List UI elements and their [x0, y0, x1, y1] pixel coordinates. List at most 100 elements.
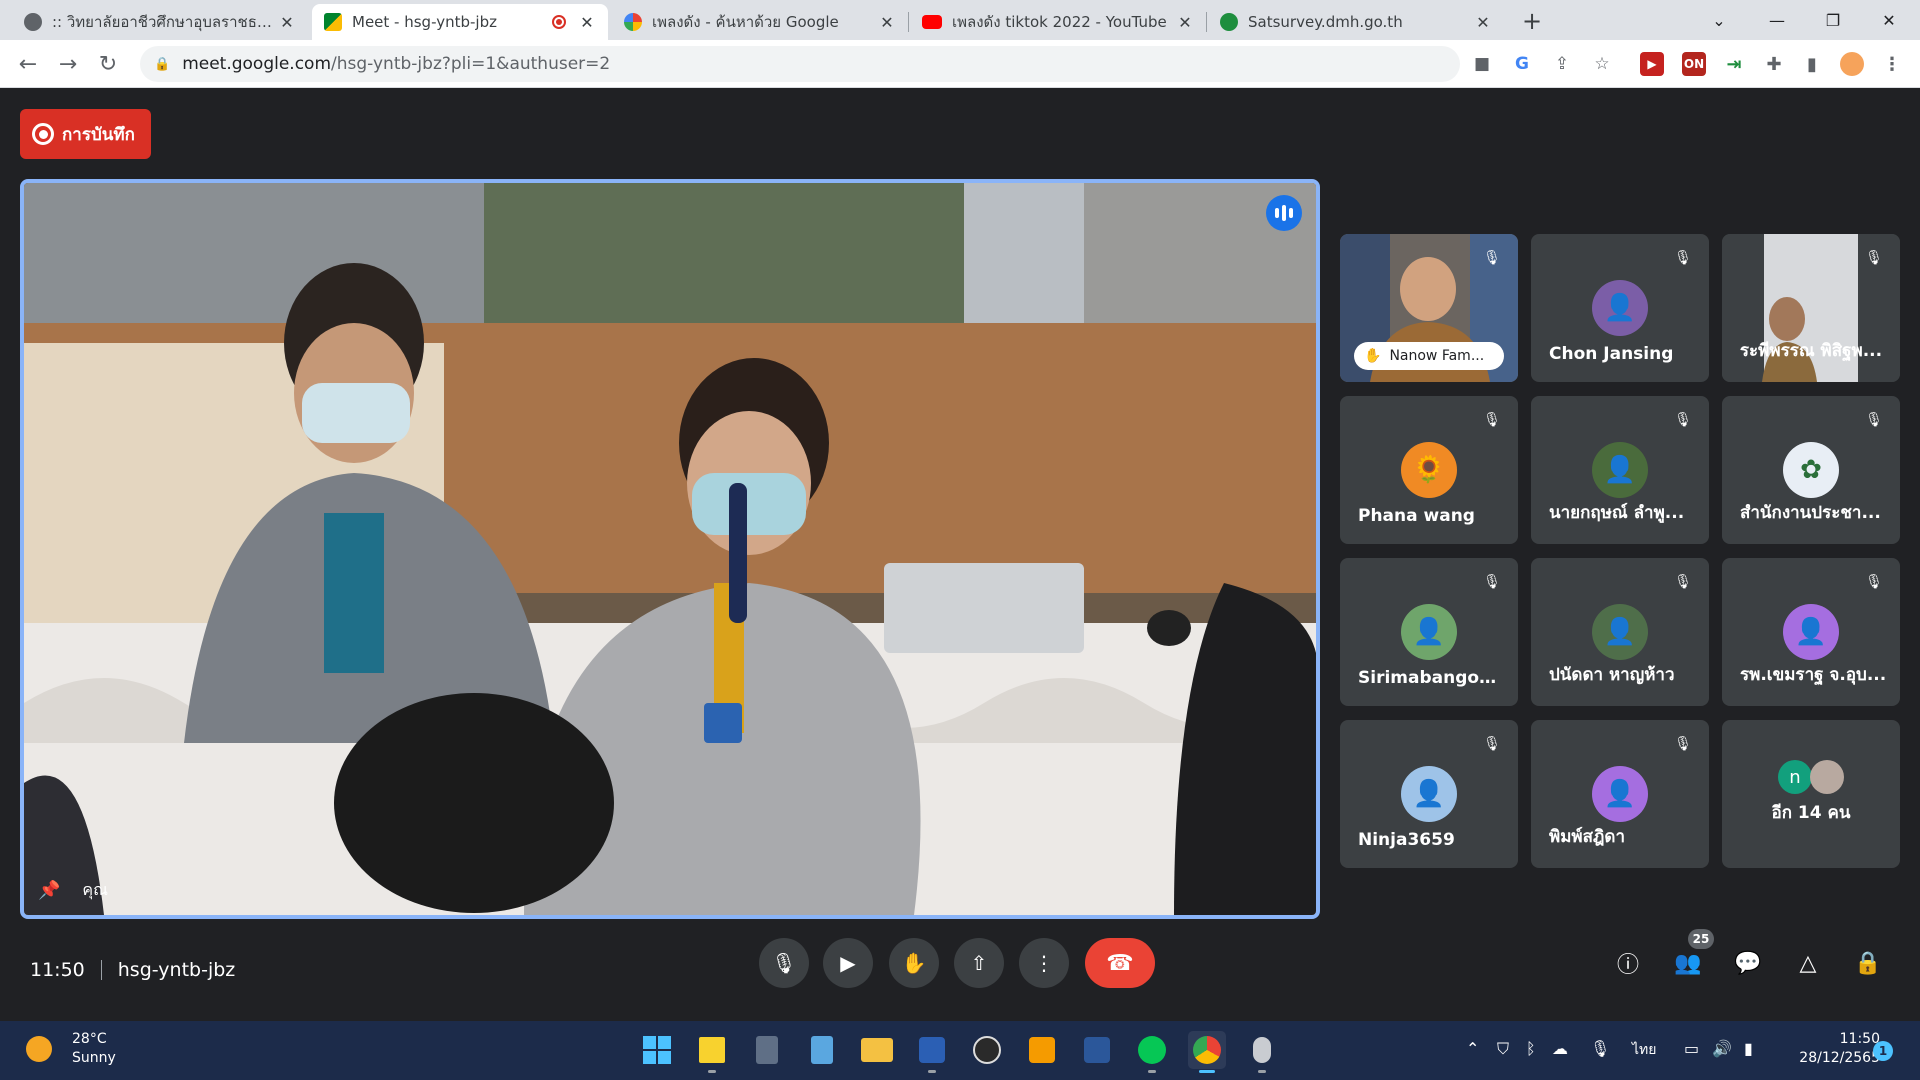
- tab-youtube[interactable]: เพลงดัง tiktok 2022 - YouTube ✕: [910, 4, 1206, 40]
- running-indicator: [708, 1070, 716, 1073]
- mic-off-icon: 🎙: [1865, 412, 1883, 428]
- participant-tile[interactable]: 🎙 ระพีพรรณ พิสิฐพ...: [1722, 234, 1900, 382]
- participant-name: Phana wang: [1358, 506, 1475, 526]
- back-button[interactable]: ←: [12, 48, 44, 80]
- mic-off-icon: 🎙: [1674, 574, 1692, 590]
- store-app[interactable]: [913, 1031, 951, 1073]
- security-shield-icon[interactable]: ⛉: [1497, 1039, 1509, 1059]
- participant-tile[interactable]: 🎙 👤 Sirimabangon ...: [1340, 558, 1518, 706]
- sublime-app[interactable]: [1023, 1031, 1061, 1069]
- profile-avatar[interactable]: [1840, 52, 1864, 76]
- camera-button[interactable]: ▶: [823, 938, 873, 988]
- participant-tile[interactable]: 🎙 👤 รพ.เขมราฐ จ.อุบ...: [1722, 558, 1900, 706]
- input-language-indicator[interactable]: ไทย: [1632, 1039, 1656, 1061]
- forward-button[interactable]: →: [52, 48, 84, 80]
- more-participants-tile[interactable]: n อีก 14 คน: [1722, 720, 1900, 868]
- microphone-tray-icon[interactable]: 🎙: [1590, 1039, 1610, 1058]
- close-icon[interactable]: ✕: [1474, 13, 1492, 32]
- participant-tile[interactable]: 🎙 🌻 Phana wang: [1340, 396, 1518, 544]
- meeting-info: 11:50 hsg-yntb-jbz: [30, 959, 235, 981]
- extensions-puzzle-icon[interactable]: ✚: [1762, 52, 1786, 76]
- meeting-time: 11:50: [30, 959, 85, 981]
- volume-icon[interactable]: 🔊: [1712, 1039, 1732, 1058]
- mic-off-icon: 🎙: [1674, 736, 1692, 752]
- show-hidden-icons-icon[interactable]: ⌃: [1466, 1039, 1479, 1058]
- file-explorer-app[interactable]: [858, 1031, 896, 1069]
- lock-icon: 🔒: [154, 56, 171, 72]
- participant-avatar: 👤: [1401, 766, 1457, 822]
- bookmark-star-icon[interactable]: ☆: [1586, 48, 1618, 80]
- close-icon[interactable]: ✕: [578, 13, 596, 32]
- chrome-app[interactable]: [1188, 1031, 1226, 1073]
- leave-call-button[interactable]: ☎: [1085, 938, 1155, 988]
- share-icon[interactable]: ⇪: [1546, 48, 1578, 80]
- reload-button[interactable]: ↻: [92, 48, 124, 80]
- close-icon[interactable]: ✕: [1176, 13, 1194, 32]
- more-menu-icon[interactable]: ⋮: [1880, 52, 1904, 76]
- more-participants-label: อีก 14 คน: [1771, 803, 1851, 823]
- pin-icon[interactable]: 📌: [38, 880, 60, 901]
- new-tab-button[interactable]: +: [1516, 6, 1548, 36]
- google-lens-icon[interactable]: G: [1506, 48, 1538, 80]
- address-bar[interactable]: 🔒 meet.google.com/hsg-yntb-jbz?pli=1&aut…: [140, 46, 1460, 82]
- meeting-code: hsg-yntb-jbz: [117, 959, 236, 981]
- obs-app[interactable]: [968, 1031, 1006, 1069]
- notepad-app[interactable]: [803, 1031, 841, 1069]
- extension-red-icon[interactable]: ▶: [1640, 52, 1664, 76]
- participant-tile[interactable]: 🎙 👤 พิมพ์สฎิดา: [1531, 720, 1709, 868]
- participant-tile[interactable]: 🎙 👤 ปนัดดา หาญห้าว: [1531, 558, 1709, 706]
- close-window-button[interactable]: ✕: [1862, 0, 1916, 40]
- system-clock[interactable]: 11:50 28/12/2565: [1790, 1030, 1880, 1068]
- url-path: /hsg-yntb-jbz?pli=1&authuser=2: [331, 54, 611, 74]
- activities-button[interactable]: △: [1786, 941, 1830, 985]
- battery-icon[interactable]: ▮: [1744, 1039, 1753, 1058]
- notification-badge[interactable]: 1: [1873, 1041, 1893, 1061]
- onedrive-cloud-icon[interactable]: ☁: [1552, 1039, 1568, 1058]
- network-icon[interactable]: ▭: [1684, 1039, 1699, 1058]
- participant-tile[interactable]: 🎙 ✿ สำนักงานประชา...: [1722, 396, 1900, 544]
- bluetooth-icon[interactable]: ᛒ: [1526, 1039, 1536, 1058]
- present-screen-button[interactable]: ⇧: [954, 938, 1004, 988]
- tab-google-search[interactable]: เพลงดัง - ค้นหาด้วย Google ✕: [612, 4, 908, 40]
- participant-tile[interactable]: 🎙 ✋ Nanow Fam...: [1340, 234, 1518, 382]
- video-scene-image: [24, 183, 1316, 915]
- sticky-notes-app[interactable]: [693, 1031, 731, 1073]
- calculator-app[interactable]: [748, 1031, 786, 1069]
- microphone-button[interactable]: 🎙: [759, 938, 809, 988]
- camera-icon[interactable]: ■: [1466, 48, 1498, 80]
- tab-vocational-college[interactable]: :: วิทยาลัยอาชีวศึกษาอุบลราชธานี :: ✕: [12, 4, 308, 40]
- more-options-button[interactable]: ⋮: [1019, 938, 1069, 988]
- weather-widget[interactable]: 28°C Sunny: [26, 1030, 116, 1068]
- main-speaker-name: คุณ: [82, 880, 108, 899]
- participant-name: Nanow Fam...: [1389, 348, 1485, 364]
- close-icon[interactable]: ✕: [278, 13, 296, 32]
- participant-name: รพ.เขมราฐ จ.อุบ...: [1740, 665, 1887, 685]
- line-app[interactable]: [1133, 1031, 1171, 1073]
- participant-tile[interactable]: 🎙 👤 Chon Jansing: [1531, 234, 1709, 382]
- participant-avatar: 👤: [1592, 766, 1648, 822]
- phone-hangup-icon: ☎: [1106, 950, 1134, 976]
- recording-button[interactable]: การบันทึก: [20, 109, 151, 159]
- mouse-utility-app[interactable]: [1243, 1031, 1281, 1073]
- extension-arrow-icon[interactable]: ⇥: [1722, 52, 1746, 76]
- word-app[interactable]: [1078, 1031, 1116, 1069]
- mic-off-icon: 🎙: [1483, 250, 1501, 266]
- host-controls-button[interactable]: 🔒: [1846, 941, 1890, 985]
- tab-search-icon[interactable]: ⌄: [1692, 0, 1746, 40]
- start-button[interactable]: [638, 1031, 676, 1069]
- side-panel-icon[interactable]: ▮: [1800, 52, 1824, 76]
- youtube-icon: [922, 15, 942, 29]
- participant-tile[interactable]: 🎙 👤 Ninja3659: [1340, 720, 1518, 868]
- chat-button[interactable]: 💬: [1726, 941, 1770, 985]
- participant-tile[interactable]: 🎙 👤 นายกฤษณ์ ลำพู...: [1531, 396, 1709, 544]
- minimize-button[interactable]: —: [1750, 0, 1804, 40]
- raise-hand-button[interactable]: ✋: [889, 938, 939, 988]
- meeting-details-button[interactable]: ⓘ: [1606, 941, 1650, 985]
- close-icon[interactable]: ✕: [878, 13, 896, 32]
- restore-button[interactable]: ❐: [1806, 0, 1860, 40]
- extension-on-icon[interactable]: ON: [1682, 52, 1706, 76]
- mic-off-icon: 🎙: [1483, 412, 1501, 428]
- main-speaker-video[interactable]: 📌 คุณ: [20, 179, 1320, 919]
- tab-satsurvey[interactable]: Satsurvey.dmh.go.th ✕: [1208, 4, 1504, 40]
- tab-meet[interactable]: Meet - hsg-yntb-jbz ✕: [312, 4, 608, 40]
